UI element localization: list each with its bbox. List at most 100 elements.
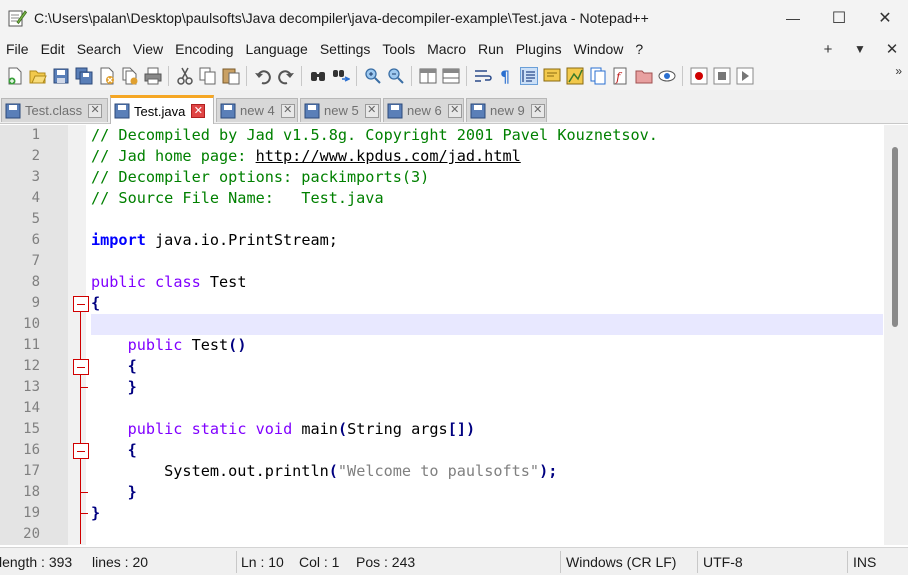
code-line[interactable]: 9{: [0, 293, 884, 314]
fold-toggle-icon[interactable]: [73, 296, 89, 312]
code-text[interactable]: // Decompiler options: packimports(3): [91, 167, 429, 188]
word-wrap-icon[interactable]: [474, 67, 492, 85]
code-text[interactable]: import java.io.PrintStream;: [91, 230, 338, 251]
monitor-icon[interactable]: [658, 67, 676, 85]
tab-close-icon[interactable]: ✕: [364, 103, 379, 118]
vertical-scrollbar[interactable]: [884, 125, 908, 545]
paste-icon[interactable]: [222, 67, 240, 85]
code-text[interactable]: {: [91, 356, 137, 377]
tab-close-icon[interactable]: ✕: [191, 104, 206, 118]
fold-toggle-icon[interactable]: [73, 443, 89, 459]
menu-view[interactable]: View: [127, 36, 169, 62]
code-text[interactable]: {: [91, 440, 137, 461]
menu-plugins[interactable]: Plugins: [510, 36, 568, 62]
maximize-button[interactable]: ☐: [816, 0, 862, 36]
tab-close-icon[interactable]: ✕: [280, 103, 295, 118]
tab-list-button[interactable]: ▼: [844, 42, 876, 56]
new-file-icon[interactable]: [6, 67, 24, 85]
code-text[interactable]: // Jad home page: http://www.kpdus.com/j…: [91, 146, 521, 167]
find-icon[interactable]: [309, 67, 327, 85]
code-line[interactable]: 13 }: [0, 377, 884, 398]
toolbar-overflow-icon[interactable]: »: [895, 64, 902, 78]
code-line[interactable]: 10: [0, 314, 884, 335]
sync-vertical-icon[interactable]: [419, 67, 437, 85]
code-text[interactable]: // Decompiled by Jad v1.5.8g. Copyright …: [91, 125, 658, 146]
menu-macro[interactable]: Macro: [421, 36, 472, 62]
show-all-chars-icon[interactable]: ¶: [497, 67, 515, 86]
close-file-icon[interactable]: [98, 67, 116, 85]
code-line[interactable]: 14: [0, 398, 884, 419]
save-all-icon[interactable]: [75, 67, 93, 85]
code-line[interactable]: 6 import java.io.PrintStream;: [0, 230, 884, 251]
code-line[interactable]: 19}: [0, 503, 884, 524]
function-list-icon[interactable]: f: [612, 67, 630, 85]
menu-language[interactable]: Language: [240, 36, 314, 62]
menu-window[interactable]: Window: [568, 36, 630, 62]
menu-encoding[interactable]: Encoding: [169, 36, 239, 62]
close-all-icon[interactable]: [121, 67, 139, 85]
menu-settings[interactable]: Settings: [314, 36, 377, 62]
menu-run[interactable]: Run: [472, 36, 510, 62]
code-line[interactable]: 18 }: [0, 482, 884, 503]
tab-test-class[interactable]: Test.class ✕: [1, 98, 108, 122]
menu-tools[interactable]: Tools: [376, 36, 421, 62]
code-text[interactable]: // Source File Name: Test.java: [91, 188, 384, 209]
menu-edit[interactable]: Edit: [35, 36, 71, 62]
code-link[interactable]: http://www.kpdus.com/jad.html: [256, 147, 521, 165]
code-editor[interactable]: 1 // Decompiled by Jad v1.5.8g. Copyright…: [0, 125, 908, 545]
code-line[interactable]: 3 // Decompiler options: packimports(3): [0, 167, 884, 188]
code-line[interactable]: 5: [0, 209, 884, 230]
record-macro-icon[interactable]: [690, 67, 708, 85]
tab-new-9[interactable]: new 9 ✕: [466, 98, 547, 122]
cut-icon[interactable]: [176, 67, 194, 85]
copy-icon[interactable]: [199, 67, 217, 85]
menu-search[interactable]: Search: [71, 36, 127, 62]
tab-new-5[interactable]: new 5 ✕: [300, 98, 381, 122]
close-document-button[interactable]: ✕: [876, 40, 908, 58]
fold-toggle-icon[interactable]: [73, 359, 89, 375]
zoom-out-icon[interactable]: [387, 67, 405, 85]
code-text[interactable]: System.out.println("Welcome to paulsofts…: [91, 461, 557, 482]
indent-guide-icon[interactable]: [519, 67, 538, 85]
code-text[interactable]: }: [91, 482, 137, 503]
udl-icon[interactable]: [543, 67, 561, 85]
status-encoding[interactable]: UTF-8: [703, 548, 743, 575]
code-line[interactable]: 15 public static void main(String args[]…: [0, 419, 884, 440]
code-line[interactable]: 20: [0, 524, 884, 545]
print-icon[interactable]: [144, 67, 162, 85]
code-text[interactable]: public class Test: [91, 272, 246, 293]
status-eol[interactable]: Windows (CR LF): [566, 548, 676, 575]
folder-workspace-icon[interactable]: [635, 67, 653, 85]
code-line[interactable]: 8 public class Test: [0, 272, 884, 293]
undo-icon[interactable]: [254, 67, 272, 85]
tab-close-icon[interactable]: ✕: [530, 103, 545, 118]
open-file-icon[interactable]: [29, 67, 47, 85]
tab-close-icon[interactable]: ✕: [447, 103, 462, 118]
replace-icon[interactable]: [332, 67, 351, 85]
code-line[interactable]: 1 // Decompiled by Jad v1.5.8g. Copyright…: [0, 125, 884, 146]
code-line[interactable]: 2 // Jad home page: http://www.kpdus.com/…: [0, 146, 884, 167]
stop-macro-icon[interactable]: [713, 67, 731, 85]
play-macro-icon[interactable]: [736, 67, 754, 85]
new-tab-button[interactable]: +: [812, 41, 844, 58]
tab-new-4[interactable]: new 4 ✕: [216, 98, 298, 122]
close-window-button[interactable]: ✕: [862, 0, 908, 36]
code-text[interactable]: {: [91, 293, 100, 314]
redo-icon[interactable]: [277, 67, 295, 85]
sync-horizontal-icon[interactable]: [442, 67, 460, 85]
doc-map-icon[interactable]: [566, 67, 584, 85]
tab-close-icon[interactable]: ✕: [88, 103, 103, 118]
code-line[interactable]: 4 // Source File Name: Test.java: [0, 188, 884, 209]
code-line[interactable]: 11 public Test(): [0, 335, 884, 356]
save-icon[interactable]: [52, 67, 70, 85]
menu-file[interactable]: File: [0, 36, 35, 62]
menu-help[interactable]: ?: [629, 36, 649, 62]
code-line[interactable]: 12 {: [0, 356, 884, 377]
code-text[interactable]: }: [91, 377, 137, 398]
code-line[interactable]: 16 {: [0, 440, 884, 461]
code-line[interactable]: 17 System.out.println("Welcome to paulso…: [0, 461, 884, 482]
minimize-button[interactable]: —: [770, 0, 816, 36]
code-text[interactable]: }: [91, 503, 100, 524]
tab-new-6[interactable]: new 6 ✕: [383, 98, 464, 122]
code-text[interactable]: public static void main(String args[]): [91, 419, 476, 440]
